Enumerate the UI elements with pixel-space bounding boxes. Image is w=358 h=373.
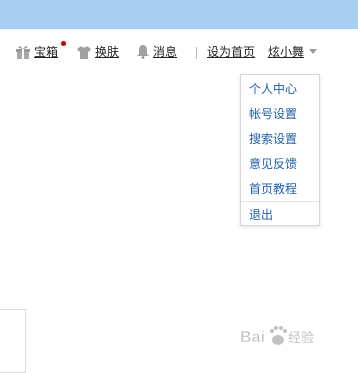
treasure-link[interactable]: 宝箱 <box>15 41 66 60</box>
side-panel-edge <box>0 309 26 373</box>
user-dropdown-menu: 个人中心 帐号设置 搜索设置 意见反馈 首页教程 退出 <box>240 74 320 226</box>
skin-label: 换肤 <box>95 45 120 59</box>
shirt-icon <box>77 45 91 59</box>
menu-item-logout[interactable]: 退出 <box>249 205 273 225</box>
top-nav: 宝箱 换肤 消息 设为首页 炫小舞 <box>0 40 358 64</box>
bell-icon <box>137 45 149 59</box>
skin-link[interactable]: 换肤 <box>76 43 119 60</box>
set-homepage-link[interactable]: 设为首页 <box>207 43 255 60</box>
svg-text:Bai: Bai <box>240 329 265 346</box>
user-menu-trigger[interactable]: 炫小舞 <box>268 43 318 60</box>
menu-separator <box>241 201 319 202</box>
svg-text:经验: 经验 <box>288 330 314 346</box>
baidu-jingyan-watermark: Bai 经验 <box>240 326 314 346</box>
nav-divider <box>196 47 197 59</box>
treasure-label: 宝箱 <box>34 45 59 59</box>
set-homepage-label: 设为首页 <box>207 45 256 59</box>
notification-dot <box>61 41 66 46</box>
username: 炫小舞 <box>268 45 305 59</box>
menu-item-homepage-tutorial[interactable]: 首页教程 <box>249 179 297 199</box>
message-label: 消息 <box>153 45 178 59</box>
menu-item-account-settings[interactable]: 帐号设置 <box>249 104 297 124</box>
menu-item-feedback[interactable]: 意见反馈 <box>249 154 297 174</box>
menu-item-personal-center[interactable]: 个人中心 <box>249 79 297 99</box>
menu-item-search-settings[interactable]: 搜索设置 <box>249 129 297 149</box>
gift-icon <box>16 45 30 59</box>
browser-top-bar <box>0 0 358 29</box>
message-link[interactable]: 消息 <box>136 43 177 60</box>
caret-down-icon <box>309 49 318 54</box>
